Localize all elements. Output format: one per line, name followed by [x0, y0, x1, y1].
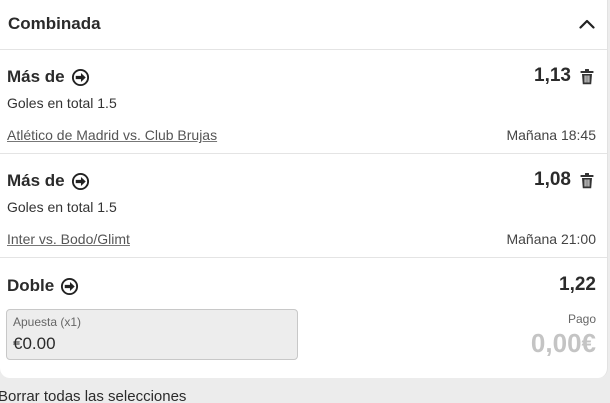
bet-slip-header[interactable]: Combinada: [0, 0, 607, 50]
bet-slip-card: Combinada Más de Goles en total 1.5 Atlé…: [0, 0, 608, 378]
selection-type: Más de: [7, 67, 90, 87]
stake-value[interactable]: €0.00: [13, 334, 56, 354]
selection-time: Mañana 18:45: [506, 127, 596, 143]
selection-event-link[interactable]: Inter vs. Bodo/Glimt: [7, 231, 130, 247]
selection-time: Mañana 21:00: [506, 231, 596, 247]
selection-type: Más de: [7, 171, 90, 191]
selection-item: Más de Goles en total 1.5 Atlético de Ma…: [0, 50, 607, 154]
trash-icon: [580, 173, 594, 189]
selection-odds: 1,13: [534, 65, 571, 86]
bet-type: Doble: [7, 276, 79, 296]
clear-all-selections-link[interactable]: Borrar todas las selecciones: [0, 388, 186, 403]
remove-selection-button[interactable]: [579, 68, 595, 86]
selection-market: Goles en total 1.5: [7, 95, 117, 111]
payout-value: 0,00€: [530, 328, 596, 358]
selection-item: Más de Goles en total 1.5 Inter vs. Bodo…: [0, 154, 607, 258]
trash-icon: [580, 69, 594, 85]
stake-label: Apuesta (x1): [13, 315, 82, 329]
arrow-right-circle-icon: [60, 277, 79, 296]
stake-input[interactable]: Apuesta (x1) €0.00: [6, 309, 298, 360]
arrow-right-circle-icon: [71, 68, 90, 87]
bet-slip-title: Combinada: [8, 14, 101, 33]
bet-total-odds: 1,22: [559, 274, 596, 295]
payout-label: Pago: [567, 312, 596, 326]
chevron-up-icon: [579, 19, 595, 29]
selection-event-link[interactable]: Atlético de Madrid vs. Club Brujas: [7, 127, 217, 143]
arrow-right-circle-icon: [71, 172, 90, 191]
collapse-button[interactable]: [577, 14, 597, 34]
selection-odds: 1,08: [534, 169, 571, 190]
selection-market: Goles en total 1.5: [7, 199, 117, 215]
bet-type-label: Doble: [7, 276, 55, 295]
remove-selection-button[interactable]: [579, 172, 595, 190]
selection-type-label: Más de: [7, 67, 65, 86]
bet-summary: Doble 1,22 Apuesta (x1) €0.00 Pago 0,00€: [0, 258, 607, 378]
selection-type-label: Más de: [7, 171, 65, 190]
